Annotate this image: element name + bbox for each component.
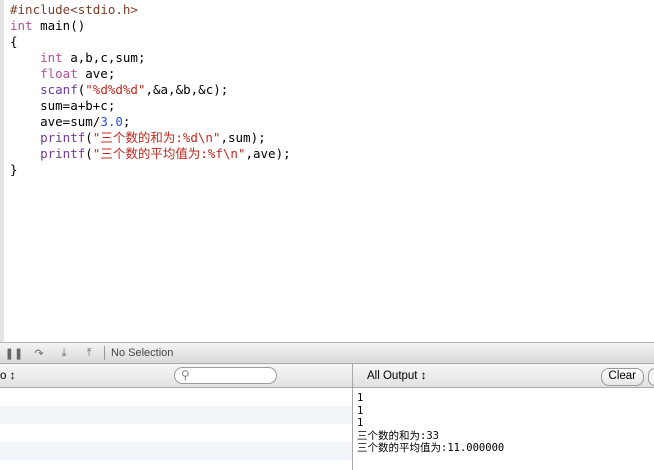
output-line: 1 xyxy=(357,417,364,429)
clear-button[interactable]: Clear xyxy=(600,368,644,386)
code-token: ,sum); xyxy=(220,130,266,145)
code-token: ave; xyxy=(77,66,116,81)
code-token: printf xyxy=(10,130,86,145)
search-icon: ⚲ xyxy=(181,368,190,382)
code-token: ( xyxy=(85,130,93,145)
output-line: 1 xyxy=(357,392,364,404)
code-token: "%d%d%d" xyxy=(85,82,146,97)
variable-row xyxy=(0,442,352,460)
pause-icon[interactable]: ❚❚ xyxy=(3,347,25,360)
code-editor[interactable]: #include<stdio.h> int main() { int a,b,c… xyxy=(0,0,654,342)
code-token: #include xyxy=(10,2,71,17)
source-code[interactable]: #include<stdio.h> int main() { int a,b,c… xyxy=(10,2,291,178)
code-token: <stdio.h> xyxy=(70,2,138,17)
code-token: { xyxy=(10,34,18,49)
code-token: int xyxy=(10,18,33,33)
code-token: "三个数的和为:%d\n" xyxy=(92,130,221,145)
step-out-icon[interactable]: ⤒ xyxy=(78,347,100,360)
code-token: } xyxy=(10,162,18,177)
code-token: ave=sum/ xyxy=(10,114,101,129)
output-line: 三个数的和为:33 xyxy=(357,429,439,442)
output-line: 1 xyxy=(357,404,364,417)
variables-search-input[interactable]: ⚲ xyxy=(174,367,277,384)
code-token: "三个数的平均值为:%f\n" xyxy=(92,146,246,161)
output-filter-select[interactable]: All Output ↕ xyxy=(367,370,426,382)
variable-row xyxy=(0,424,352,442)
debug-bar: ❚❚ ↷ ⤓ ⤒ No Selection xyxy=(0,342,654,364)
console-header: All Output ↕ Clear xyxy=(353,364,654,388)
console-output[interactable]: 1 1 1 三个数的和为:33 三个数的平均值为:11.000000 xyxy=(357,392,504,455)
code-token: a,b,c,sum; xyxy=(62,50,146,65)
variables-header: o ↕ ⚲ xyxy=(0,364,352,388)
code-token: float xyxy=(10,66,78,81)
divider xyxy=(104,346,105,360)
code-token: 3.0 xyxy=(100,114,123,129)
variable-row xyxy=(0,406,352,424)
split-button[interactable] xyxy=(648,368,654,386)
editor-gutter xyxy=(0,0,4,342)
output-line: 三个数的平均值为:11.000000 xyxy=(357,442,505,454)
step-into-icon[interactable]: ⤓ xyxy=(53,347,75,360)
code-token: main() xyxy=(32,18,86,33)
code-token: int xyxy=(10,50,63,65)
scope-selector[interactable]: o ↕ xyxy=(0,370,15,382)
code-token: printf xyxy=(10,146,86,161)
code-token: scanf xyxy=(10,82,78,97)
code-token: ( xyxy=(85,146,93,161)
code-token: sum=a+b+c; xyxy=(10,98,116,113)
selection-label: No Selection xyxy=(111,347,174,359)
step-over-icon[interactable]: ↷ xyxy=(28,347,50,360)
code-token: ,ave); xyxy=(245,146,291,161)
variable-row xyxy=(0,388,352,406)
code-token: ,&a,&b,&c); xyxy=(145,82,229,97)
code-token: ; xyxy=(122,114,131,129)
